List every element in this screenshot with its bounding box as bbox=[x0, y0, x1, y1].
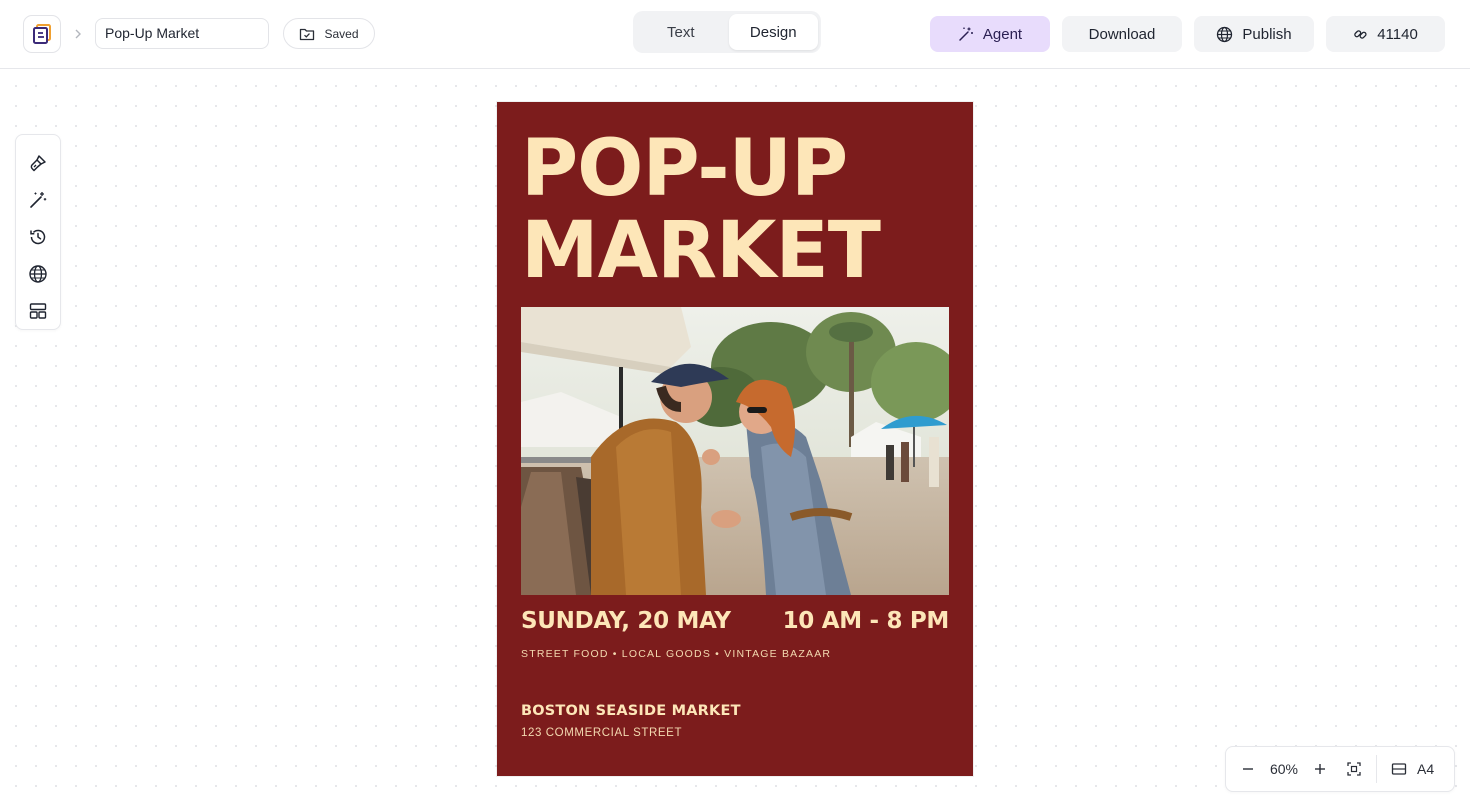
app-logo[interactable] bbox=[23, 15, 61, 53]
style-brush-button[interactable] bbox=[20, 144, 56, 181]
poster-title[interactable]: POP-UP MARKET bbox=[521, 128, 961, 292]
minus-icon bbox=[1243, 768, 1253, 770]
top-bar: Pop-Up Market Saved Text Design Agent Do… bbox=[0, 0, 1470, 69]
plus-icon bbox=[1315, 764, 1325, 774]
zoom-out-button[interactable] bbox=[1234, 755, 1262, 783]
tab-text[interactable]: Text bbox=[636, 14, 726, 50]
magic-tool-button[interactable] bbox=[20, 181, 56, 218]
fit-screen-icon bbox=[1347, 762, 1361, 776]
globe-icon bbox=[29, 264, 47, 283]
save-status-label: Saved bbox=[324, 26, 359, 41]
page-size-label[interactable]: A4 bbox=[1417, 761, 1434, 777]
zoom-in-button[interactable] bbox=[1306, 755, 1334, 783]
publish-button[interactable]: Publish bbox=[1194, 16, 1314, 52]
magic-wand-icon bbox=[959, 27, 973, 41]
save-status-badge[interactable]: Saved bbox=[283, 18, 375, 49]
history-icon bbox=[30, 229, 46, 244]
agent-button[interactable]: Agent bbox=[930, 16, 1050, 52]
zoom-bar: 60% A4 bbox=[1225, 746, 1455, 792]
poster-photo[interactable] bbox=[521, 307, 949, 595]
collaborators-count: 41140 bbox=[1377, 25, 1418, 43]
poster-time[interactable]: 10 AM - 8 PM bbox=[783, 608, 950, 634]
agent-button-label: Agent bbox=[982, 25, 1023, 43]
market-photo-illustration bbox=[521, 307, 949, 595]
document-title-input[interactable]: Pop-Up Market bbox=[95, 18, 269, 49]
zoom-level[interactable]: 60% bbox=[1262, 761, 1306, 777]
zoom-divider bbox=[1376, 755, 1377, 783]
fit-to-screen-button[interactable] bbox=[1340, 755, 1368, 783]
page-size-icon bbox=[1391, 763, 1407, 775]
download-button[interactable]: Download bbox=[1062, 16, 1182, 52]
mode-switcher: Text Design bbox=[633, 11, 821, 53]
poster-page[interactable]: POP-UP MARKET SUNDAY, 20 MAY 10 AM - 8 P… bbox=[497, 102, 973, 776]
tab-design[interactable]: Design bbox=[728, 14, 818, 50]
brush-icon bbox=[30, 154, 46, 171]
link-icon bbox=[1354, 29, 1367, 39]
poster-address[interactable]: 123 COMMERCIAL STREET bbox=[521, 727, 682, 739]
language-button[interactable] bbox=[20, 255, 56, 292]
globe-icon bbox=[1217, 26, 1233, 42]
poster-venue[interactable]: BOSTON SEASIDE MARKET bbox=[521, 703, 741, 719]
history-button[interactable] bbox=[20, 218, 56, 255]
publish-button-label: Publish bbox=[1242, 25, 1292, 43]
layout-button[interactable] bbox=[20, 292, 56, 329]
chevron-right-icon bbox=[70, 24, 86, 44]
app-logo-icon bbox=[33, 24, 51, 44]
poster-tagline[interactable]: STREET FOOD • LOCAL GOODS • VINTAGE BAZA… bbox=[521, 648, 831, 660]
page-size-button[interactable] bbox=[1385, 755, 1413, 783]
poster-date[interactable]: SUNDAY, 20 MAY bbox=[521, 608, 731, 634]
collaborators-button[interactable]: 41140 bbox=[1326, 16, 1445, 52]
folder-check-icon bbox=[300, 28, 315, 40]
left-tool-rail bbox=[15, 134, 61, 330]
layout-icon bbox=[29, 302, 47, 319]
magic-wand-icon bbox=[30, 191, 47, 208]
